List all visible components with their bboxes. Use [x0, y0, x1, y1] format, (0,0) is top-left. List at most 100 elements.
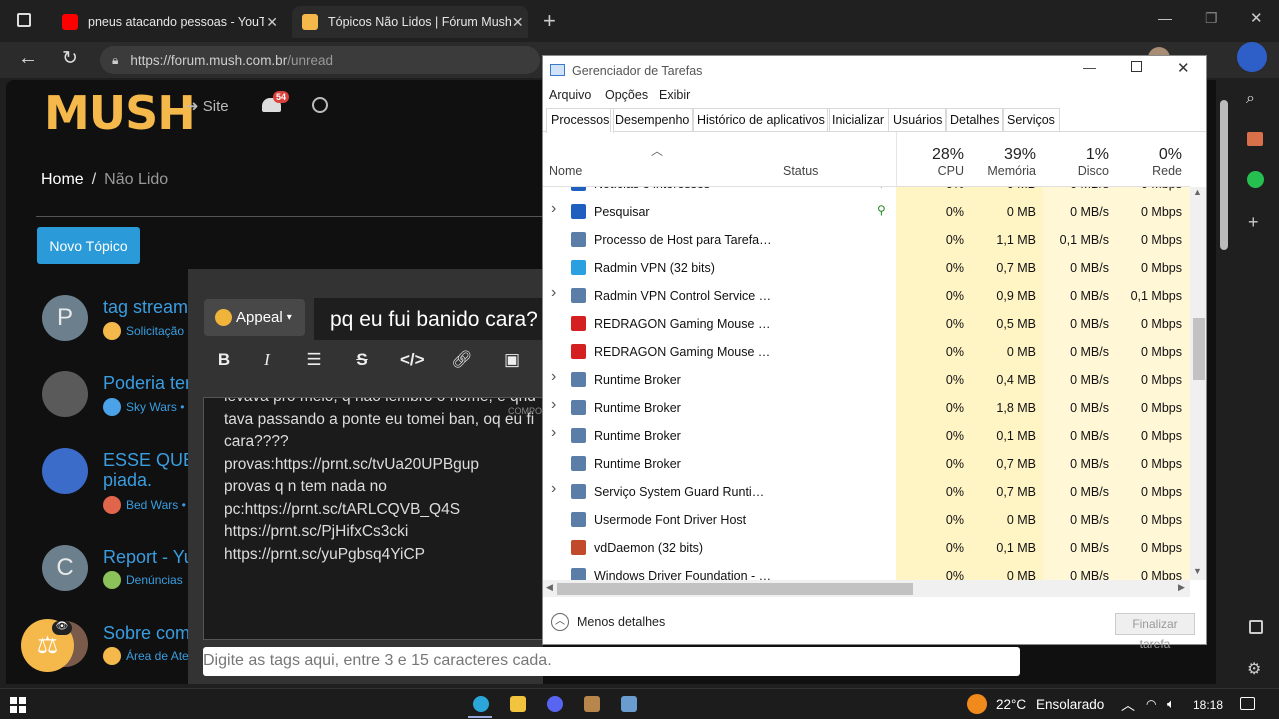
- maximize-icon[interactable]: [1131, 61, 1142, 72]
- whatsapp-icon[interactable]: [1247, 171, 1264, 188]
- menu-exibir[interactable]: Exibir: [659, 88, 690, 102]
- url-field[interactable]: 🔒︎ https://forum.mush.com.br/unread: [100, 46, 540, 74]
- scroll-left-icon[interactable]: ◀: [546, 582, 553, 593]
- sidebar-toggle-icon[interactable]: [1249, 620, 1263, 634]
- topic-title[interactable]: tag stream: [103, 297, 188, 318]
- topic-category[interactable]: Solicitação: [103, 322, 184, 340]
- tab-actions-icon[interactable]: [17, 13, 31, 27]
- post-body-textarea[interactable]: levava pro meio, q não lembro o nome, e …: [203, 397, 548, 640]
- end-task-button[interactable]: Finalizar tarefa: [1115, 613, 1195, 651]
- expand-chevron-icon[interactable]: ›: [551, 424, 556, 442]
- process-row[interactable]: Runtime Broker 0% 0,7 MB 0 MB/s 0 Mbps: [543, 450, 1190, 478]
- file-explorer-icon[interactable]: [510, 696, 526, 712]
- sun-icon[interactable]: [967, 694, 987, 714]
- column-status-header[interactable]: Status: [783, 164, 818, 178]
- breadcrumb-home[interactable]: Home: [41, 171, 84, 188]
- scroll-up-icon[interactable]: ▲: [1193, 187, 1202, 197]
- topic-title-input[interactable]: pq eu fui banido cara?: [314, 298, 554, 340]
- scroll-thumb[interactable]: [1193, 318, 1205, 380]
- mush-logo[interactable]: MUSH: [44, 86, 196, 140]
- restore-icon[interactable]: ❐: [1205, 10, 1218, 27]
- expand-chevron-icon[interactable]: ›: [551, 284, 556, 302]
- menu-arquivo[interactable]: Arquivo: [549, 88, 591, 102]
- list-icon[interactable]: ☰: [302, 350, 326, 370]
- process-row[interactable]: Radmin VPN (32 bits) 0% 0,7 MB 0 MB/s 0 Mbps: [543, 254, 1190, 282]
- tags-input[interactable]: Digite as tags aqui, entre 3 e 15 caract…: [203, 647, 1020, 676]
- tab-desempenho[interactable]: Desempenho: [610, 108, 695, 132]
- wifi-icon[interactable]: ◠: [1146, 697, 1156, 711]
- expand-chevron-icon[interactable]: ›: [551, 396, 556, 414]
- clock-time[interactable]: 18:18: [1193, 698, 1223, 712]
- tab-servicos[interactable]: Serviços: [1002, 108, 1060, 132]
- bold-icon[interactable]: B: [212, 350, 236, 370]
- tab-forum[interactable]: Tópicos Não Lidos | Fórum Mush ✕: [292, 6, 528, 38]
- tab-historico[interactable]: Histórico de aplicativos: [692, 108, 830, 132]
- tab-detalhes[interactable]: Detalhes: [945, 108, 1005, 132]
- windows-start-icon[interactable]: [10, 697, 26, 713]
- tab-inicializar[interactable]: Inicializar: [827, 108, 890, 132]
- link-icon[interactable]: 🔗︎: [450, 350, 474, 370]
- topic-category[interactable]: Bed Wars •: [103, 496, 186, 514]
- process-row[interactable]: Usermode Font Driver Host 0% 0 MB 0 MB/s 0 M…: [543, 506, 1190, 534]
- minimize-icon[interactable]: —: [1083, 60, 1096, 75]
- back-icon[interactable]: ←: [18, 47, 38, 70]
- close-tab-icon[interactable]: ✕: [266, 14, 278, 31]
- column-disk-header[interactable]: Disco: [1043, 164, 1109, 178]
- column-memory-header[interactable]: Memória: [973, 164, 1036, 178]
- scroll-right-icon[interactable]: ▶: [1178, 582, 1185, 593]
- new-tab-button[interactable]: +: [543, 8, 556, 34]
- process-row[interactable]: Processo de Host para Tarefas d... 0% 1,1 …: [543, 226, 1190, 254]
- fewer-details-link[interactable]: Menos detalhes: [577, 615, 665, 629]
- process-row[interactable]: › Runtime Broker 0% 0,4 MB 0 MB/s 0 Mbps: [543, 366, 1190, 394]
- topic-title[interactable]: Report - Yu: [103, 547, 194, 568]
- category-select-button[interactable]: Appeal ▾: [204, 299, 305, 336]
- volume-icon[interactable]: 🔈︎: [1167, 696, 1175, 712]
- code-icon[interactable]: </>: [400, 350, 425, 370]
- expand-chevron-icon[interactable]: ›: [551, 187, 556, 190]
- discord-icon[interactable]: [547, 696, 563, 712]
- process-row[interactable]: › Serviço System Guard Runtime ... 0% 0,7 M…: [543, 478, 1190, 506]
- process-row[interactable]: › Runtime Broker 0% 0,1 MB 0 MB/s 0 Mbps: [543, 422, 1190, 450]
- clock-icon[interactable]: [312, 97, 328, 113]
- topic-title[interactable]: ESSE QUE piada.: [103, 450, 195, 490]
- column-name-header[interactable]: Nome: [549, 164, 582, 178]
- close-window-icon[interactable]: ✕: [1250, 9, 1263, 27]
- vertical-scrollbar[interactable]: [1190, 187, 1206, 580]
- process-row[interactable]: › Radmin VPN Control Service (32... 0% 0,9 …: [543, 282, 1190, 310]
- column-cpu-header[interactable]: CPU: [903, 164, 964, 178]
- minimize-icon[interactable]: —: [1158, 10, 1172, 26]
- app-icon[interactable]: [584, 696, 600, 712]
- column-network-header[interactable]: Rede: [1117, 164, 1182, 178]
- page-scrollbar[interactable]: [1220, 100, 1228, 250]
- tab-processos[interactable]: Processos: [546, 108, 615, 133]
- search-icon[interactable]: ⌕: [1246, 90, 1255, 108]
- chevron-up-icon[interactable]: ︿: [1121, 695, 1135, 715]
- notification-center-icon[interactable]: [1240, 697, 1255, 710]
- topic-title[interactable]: Sobre com: [103, 623, 190, 644]
- edge-icon[interactable]: [473, 696, 489, 712]
- expand-chevron-icon[interactable]: ›: [551, 480, 556, 498]
- topic-title[interactable]: Poderia ter: [103, 373, 191, 394]
- process-row[interactable]: vdDaemon (32 bits) 0% 0,1 MB 0 MB/s 0 Mbps: [543, 534, 1190, 562]
- tab-youtube[interactable]: pneus atacando pessoas - YouTu ✕: [52, 6, 288, 38]
- sort-chevron-up-icon[interactable]: ︿: [651, 142, 663, 159]
- expand-chevron-icon[interactable]: ›: [551, 200, 556, 218]
- process-row[interactable]: REDRAGON Gaming Mouse Tra... 0% 0 MB 0 MB/s…: [543, 338, 1190, 366]
- topic-category[interactable]: Área de Ate: [103, 647, 189, 665]
- image-icon[interactable]: ▣: [500, 350, 524, 370]
- close-icon[interactable]: ✕: [1177, 59, 1190, 77]
- avatar[interactable]: [42, 371, 88, 417]
- menu-opcoes[interactable]: Opções: [605, 88, 648, 102]
- process-row[interactable]: Windows Driver Foundation - Pr... 0% 0 MB 0…: [543, 562, 1190, 580]
- nav-site-link[interactable]: ➜ Site: [186, 97, 229, 115]
- italic-icon[interactable]: I: [255, 350, 279, 370]
- close-tab-icon[interactable]: ✕: [512, 14, 524, 31]
- topic-category[interactable]: Sky Wars •: [103, 398, 184, 416]
- copilot-icon[interactable]: [1237, 42, 1267, 72]
- avatar[interactable]: [42, 448, 88, 494]
- task-manager-taskbar-icon[interactable]: [621, 696, 637, 712]
- new-topic-button[interactable]: Novo Tópico: [37, 227, 140, 264]
- topic-category[interactable]: Denúncias: [103, 571, 183, 589]
- settings-gear-icon[interactable]: ⚙: [1247, 659, 1261, 679]
- avatar[interactable]: P: [42, 295, 88, 341]
